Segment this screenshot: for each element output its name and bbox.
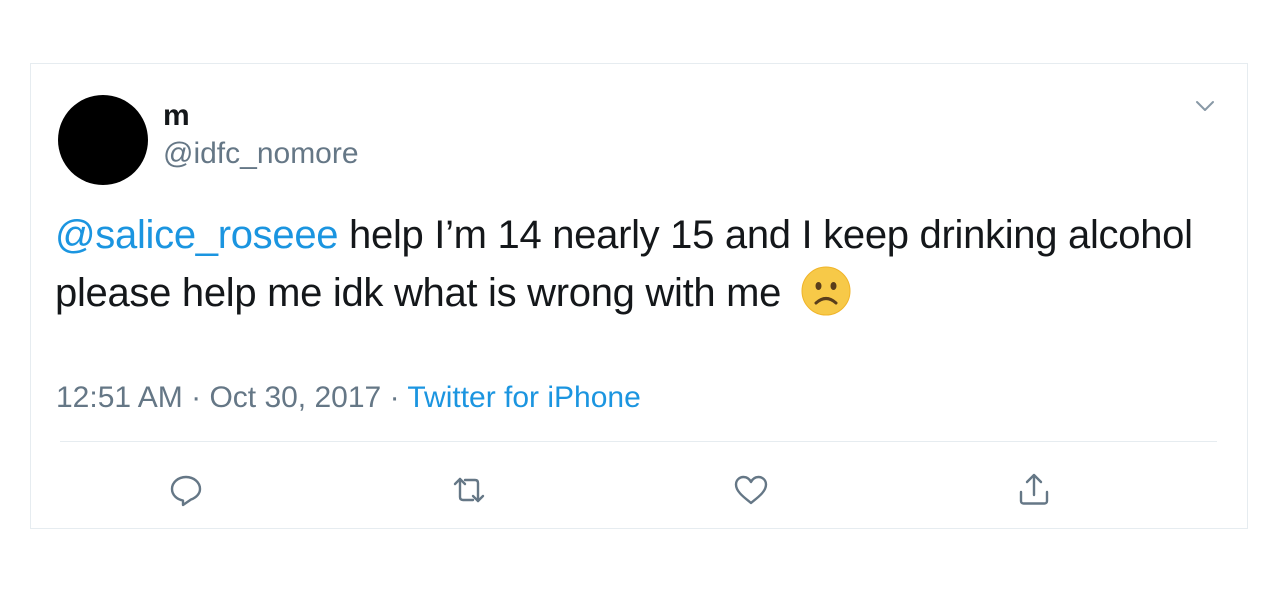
- like-button[interactable]: [731, 470, 771, 510]
- meta-separator: ·: [381, 381, 408, 414]
- frowning-face-emoji-icon: [800, 265, 852, 317]
- heart-icon: [734, 475, 768, 505]
- tweet-source[interactable]: Twitter for iPhone: [407, 381, 640, 414]
- tweet-time[interactable]: 12:51 AM: [56, 381, 183, 414]
- retweet-icon: [453, 477, 485, 503]
- tweet-text: @salice_roseee help I’m 14 nearly 15 and…: [55, 206, 1215, 322]
- tweet-date[interactable]: Oct 30, 2017: [209, 381, 381, 414]
- share-icon: [1019, 473, 1049, 505]
- reply-icon: [170, 475, 202, 507]
- retweet-button[interactable]: [449, 470, 489, 510]
- mention-link[interactable]: @salice_roseee: [55, 213, 339, 257]
- meta-separator: ·: [182, 381, 210, 414]
- tweet-meta: 12:51 AM · Oct 30, 2017 · Twitter for iP…: [56, 380, 641, 416]
- chevron-down-icon[interactable]: [1193, 94, 1217, 118]
- divider: [60, 441, 1217, 442]
- user-handle[interactable]: @idfc_nomore: [163, 136, 359, 172]
- tweet-card: m @idfc_nomore @salice_roseee help I’m 1…: [30, 63, 1248, 529]
- share-button[interactable]: [1014, 470, 1054, 510]
- avatar[interactable]: [58, 95, 148, 185]
- display-name[interactable]: m: [163, 98, 190, 134]
- reply-button[interactable]: [166, 470, 206, 510]
